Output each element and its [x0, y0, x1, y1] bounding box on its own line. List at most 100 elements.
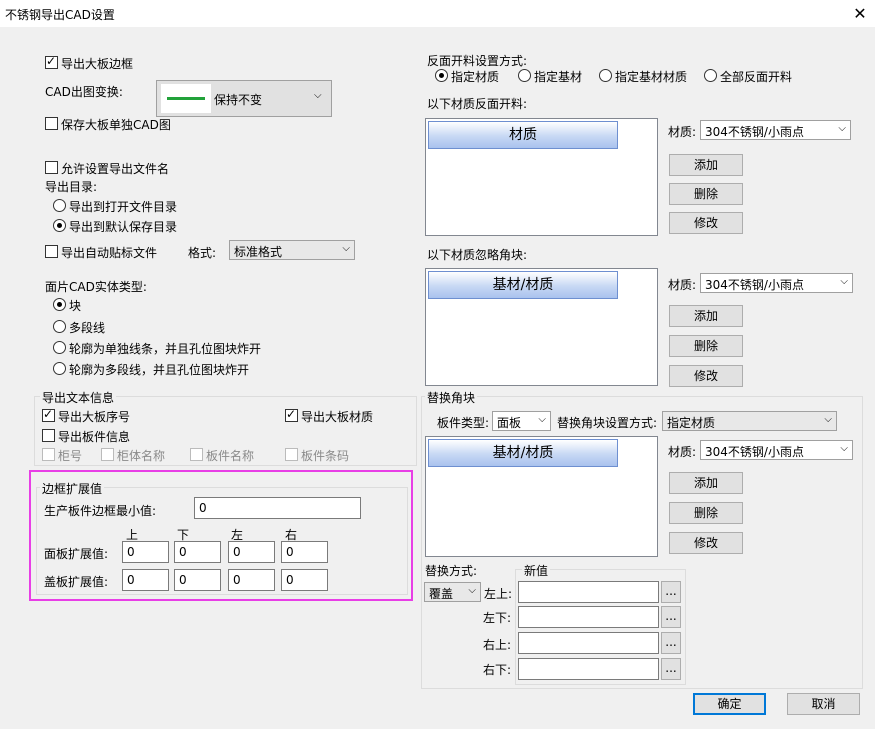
solid-polyline-label: 多段线 [69, 321, 106, 335]
dir-default-radio[interactable] [53, 219, 66, 232]
bottom-left-input[interactable] [518, 606, 659, 628]
chevron-down-icon: ⌵ [342, 243, 350, 254]
mode-material-radio[interactable] [435, 69, 448, 82]
cancel-button[interactable]: 取消 [787, 693, 860, 715]
part-name-checkbox[interactable] [190, 448, 203, 461]
replace-method-select[interactable]: 覆盖 ⌵ [424, 582, 481, 602]
delete-button-2[interactable]: 删除 [669, 335, 743, 357]
top-right-input[interactable] [518, 632, 659, 654]
board-material-label: 导出大板材质 [301, 410, 374, 424]
dialog-window: 不锈钢导出CAD设置 ✕ 导出大板边框 CAD出图变换: 保持不变 ⌵ 保存大板… [0, 0, 875, 729]
material-select-2[interactable]: 304不锈钢/小雨点 ⌵ [700, 273, 853, 293]
face-up-value: 0 [127, 545, 135, 559]
material-select-3[interactable]: 304不锈钢/小雨点 ⌵ [700, 440, 853, 460]
format-label: 格式: [188, 246, 217, 260]
cover-up-value: 0 [127, 573, 135, 587]
top-left-label: 左上: [484, 587, 513, 601]
cabinet-name-label: 柜体名称 [117, 449, 166, 463]
face-right-value: 0 [286, 545, 294, 559]
format-select[interactable]: 标准格式 ⌵ [229, 240, 355, 260]
ignore-corner-list[interactable]: 基材/材质 [425, 268, 658, 386]
auto-label-file-checkbox[interactable] [45, 245, 58, 258]
cabinet-no-checkbox[interactable] [42, 448, 55, 461]
material-value-1: 304不锈钢/小雨点 [705, 125, 804, 139]
min-value-label: 生产板件边框最小值: [44, 504, 157, 518]
bottom-left-browse-button[interactable]: ... [661, 606, 681, 628]
mode-all-label: 全部反面开料 [720, 70, 793, 84]
material-label-2: 材质: [668, 278, 697, 292]
solid-single-line-radio[interactable] [53, 341, 66, 354]
title-bar: 不锈钢导出CAD设置 ✕ [0, 0, 875, 27]
board-no-checkbox[interactable] [42, 407, 55, 422]
list-header-replace[interactable]: 基材/材质 [428, 439, 618, 467]
save-separate-cad-label: 保存大板单独CAD图 [61, 118, 171, 132]
material-select-1[interactable]: 304不锈钢/小雨点 ⌵ [700, 120, 851, 140]
cover-left-input[interactable]: 0 [228, 569, 275, 591]
mode-base-label: 指定基材 [534, 70, 583, 84]
list-header-base-material[interactable]: 基材/材质 [428, 271, 618, 299]
cad-transform-value: 保持不变 [214, 93, 263, 107]
solid-single-line-label: 轮廓为单独线条，并且孔位图块炸开 [69, 342, 262, 356]
replace-mode-select[interactable]: 指定材质 ⌵ [662, 411, 837, 431]
solid-multi-line-radio[interactable] [53, 362, 66, 375]
ok-button[interactable]: 确定 [693, 693, 766, 715]
top-right-browse-button[interactable]: ... [661, 632, 681, 654]
top-left-browse-button[interactable]: ... [661, 581, 681, 603]
replace-method-label: 替换方式: [425, 564, 478, 578]
modify-button-1[interactable]: 修改 [669, 212, 743, 234]
face-right-input[interactable]: 0 [281, 541, 328, 563]
cover-down-input[interactable]: 0 [174, 569, 221, 591]
cover-down-value: 0 [179, 573, 187, 587]
mode-base-radio[interactable] [518, 69, 531, 82]
reverse-material-list[interactable]: 材质 [425, 118, 658, 236]
min-value-input[interactable]: 0 [194, 497, 361, 519]
cad-transform-select[interactable]: 保持不变 ⌵ [156, 80, 332, 117]
top-left-input[interactable] [518, 581, 659, 603]
part-barcode-checkbox[interactable] [285, 448, 298, 461]
dir-open-radio[interactable] [53, 199, 66, 212]
part-info-checkbox[interactable] [42, 429, 55, 442]
mode-material-label: 指定材质 [451, 70, 500, 84]
solid-polyline-radio[interactable] [53, 320, 66, 333]
replace-mode-value: 指定材质 [667, 416, 716, 430]
face-ext-label: 面板扩展值: [44, 547, 109, 561]
cabinet-no-label: 柜号 [58, 449, 83, 463]
face-left-input[interactable]: 0 [228, 541, 275, 563]
cover-right-input[interactable]: 0 [281, 569, 328, 591]
delete-button-3[interactable]: 删除 [669, 502, 743, 524]
add-button-1[interactable]: 添加 [669, 154, 743, 176]
mode-base-material-radio[interactable] [599, 69, 612, 82]
part-barcode-label: 板件条码 [301, 449, 350, 463]
face-down-input[interactable]: 0 [174, 541, 221, 563]
bottom-right-browse-button[interactable]: ... [661, 658, 681, 680]
part-type-label: 板件类型: [437, 416, 490, 430]
mode-all-radio[interactable] [704, 69, 717, 82]
modify-button-3[interactable]: 修改 [669, 532, 743, 554]
board-material-checkbox[interactable] [285, 407, 298, 422]
material-label-3: 材质: [668, 445, 697, 459]
dir-open-label: 导出到打开文件目录 [69, 200, 178, 214]
modify-button-2[interactable]: 修改 [669, 365, 743, 387]
save-separate-cad-checkbox[interactable] [45, 117, 58, 130]
export-board-frame-checkbox[interactable] [45, 54, 58, 69]
board-no-label: 导出大板序号 [58, 410, 131, 424]
allow-filename-checkbox[interactable] [45, 161, 58, 174]
reverse-mode-label: 反面开料设置方式: [427, 54, 528, 68]
part-type-select[interactable]: 面板 ⌵ [492, 411, 551, 431]
close-icon[interactable]: ✕ [845, 0, 875, 27]
bottom-right-label: 右下: [483, 663, 512, 677]
delete-button-1[interactable]: 删除 [669, 183, 743, 205]
line-preview [161, 84, 211, 113]
cover-up-input[interactable]: 0 [122, 569, 169, 591]
cover-ext-label: 盖板扩展值: [44, 575, 109, 589]
allow-filename-label: 允许设置导出文件名 [61, 162, 170, 176]
face-up-input[interactable]: 0 [122, 541, 169, 563]
add-button-3[interactable]: 添加 [669, 472, 743, 494]
material-value-3: 304不锈钢/小雨点 [705, 445, 804, 459]
bottom-right-input[interactable] [518, 658, 659, 680]
list-header-material[interactable]: 材质 [428, 121, 618, 149]
replace-corner-list[interactable]: 基材/材质 [425, 436, 658, 557]
cabinet-name-checkbox[interactable] [101, 448, 114, 461]
solid-block-radio[interactable] [53, 298, 66, 311]
add-button-2[interactable]: 添加 [669, 305, 743, 327]
